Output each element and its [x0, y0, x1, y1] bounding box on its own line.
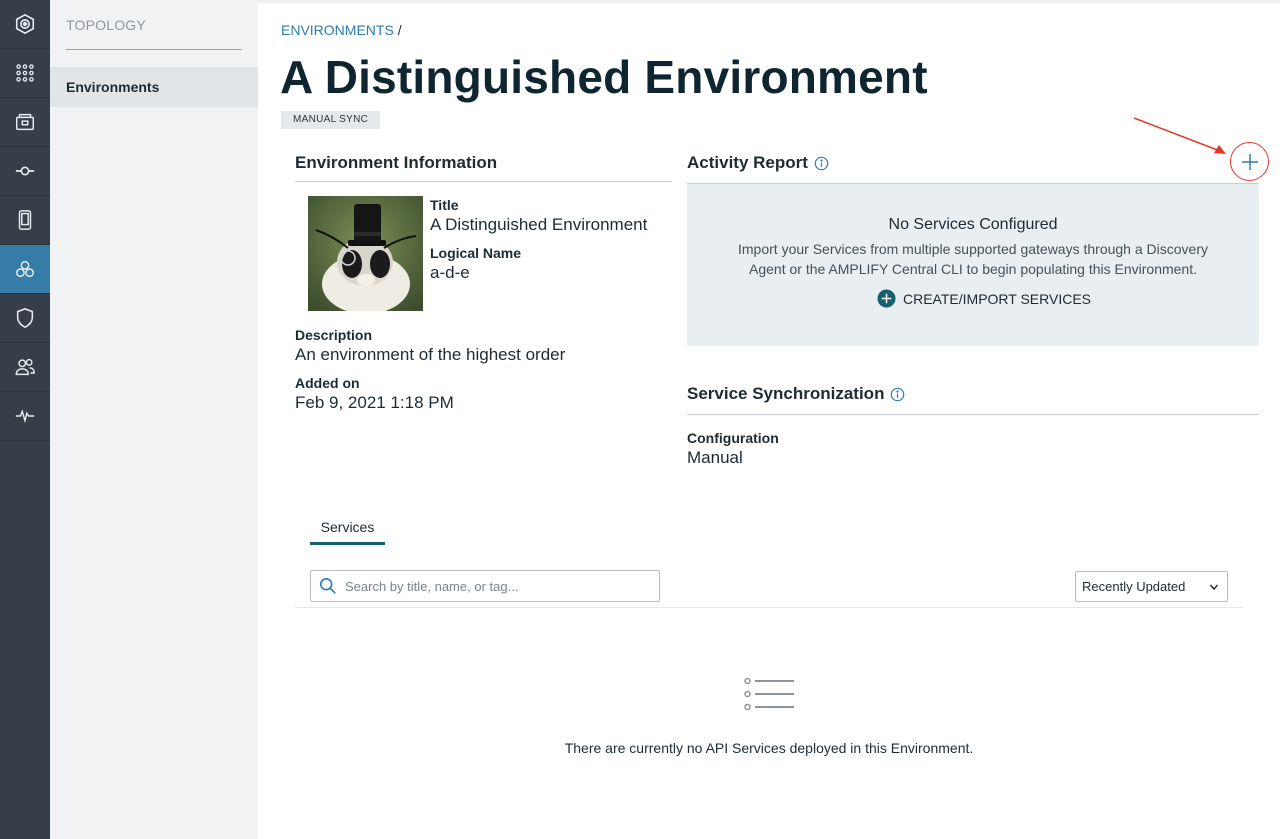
topology-node-icon — [15, 166, 35, 176]
top-divider — [258, 0, 1280, 3]
subnav-heading: TOPOLOGY — [66, 17, 146, 33]
search-icon — [319, 577, 336, 594]
rail-item-security[interactable] — [0, 294, 50, 343]
title-field: Title A Distinguished Environment — [430, 197, 647, 235]
description-field: Description An environment of the highes… — [295, 327, 565, 365]
empty-state-title: No Services Configured — [888, 216, 1058, 233]
logical-name-label: Logical Name — [430, 245, 522, 261]
mobile-device-icon — [18, 210, 32, 230]
configuration-label: Configuration — [687, 430, 779, 446]
activity-report-label: Activity Report — [687, 153, 808, 172]
breadcrumb-separator: / — [397, 22, 402, 38]
rail-item-environments[interactable] — [0, 245, 50, 294]
activity-empty-panel: No Services Configured Import your Servi… — [687, 184, 1259, 346]
rail-item-mobile[interactable] — [0, 196, 50, 245]
subnav-divider — [66, 49, 242, 50]
info-icon[interactable] — [890, 387, 905, 402]
title-label: Title — [430, 197, 459, 213]
search-input[interactable] — [345, 578, 645, 594]
environment-info-heading: Environment Information — [295, 153, 498, 172]
no-services-message: There are currently no API Services depl… — [564, 740, 974, 756]
breadcrumb: ENVIRONMENTS / — [281, 22, 402, 38]
sync-mode-badge: MANUAL SYNC — [281, 111, 381, 129]
added-on-label: Added on — [295, 375, 360, 391]
environment-avatar — [308, 196, 423, 311]
rail-item-topology[interactable] — [0, 147, 50, 196]
create-import-services-button[interactable]: CREATE/IMPORT SERVICES — [877, 289, 1091, 308]
added-on-field: Added on Feb 9, 2021 1:18 PM — [295, 375, 454, 413]
description-label: Description — [295, 327, 373, 343]
shield-icon — [16, 308, 34, 329]
catalog-icon — [16, 113, 34, 131]
breadcrumb-link-environments[interactable]: ENVIRONMENTS — [281, 22, 394, 38]
logical-name-field: Logical Name a-d-e — [430, 245, 521, 283]
empty-state-text: Import your Services from multiple suppo… — [738, 241, 1208, 277]
users-icon — [15, 358, 35, 376]
rail-item-activity[interactable] — [0, 392, 50, 441]
added-on-value: Feb 9, 2021 1:18 PM — [295, 393, 454, 412]
chevron-down-icon — [1209, 584, 1219, 590]
main-content: ENVIRONMENTS / A Distinguished Environme… — [258, 0, 1280, 839]
environments-cluster-icon — [16, 260, 34, 278]
app-rail — [0, 0, 50, 839]
service-sync-divider — [687, 414, 1259, 415]
service-sync-label: Service Synchronization — [687, 384, 885, 403]
tab-services[interactable]: Services — [310, 519, 385, 545]
rail-item-users[interactable] — [0, 343, 50, 392]
activity-pulse-icon — [15, 409, 35, 424]
environment-info-divider — [295, 181, 672, 182]
configuration-value: Manual — [687, 448, 743, 467]
page-title: A Distinguished Environment — [280, 51, 928, 103]
rail-item-catalog[interactable] — [0, 98, 50, 147]
service-sync-heading: Service Synchronization — [687, 384, 905, 404]
add-activity-button[interactable] — [1235, 147, 1265, 177]
info-icon[interactable] — [814, 156, 829, 171]
empty-list-icon — [744, 677, 794, 711]
logical-name-value: a-d-e — [430, 263, 470, 282]
create-import-services-label: CREATE/IMPORT SERVICES — [903, 290, 1092, 307]
product-logo-icon — [15, 13, 35, 35]
title-value: A Distinguished Environment — [430, 215, 648, 234]
subnav-item-environments[interactable]: Environments — [50, 67, 258, 107]
rail-logo[interactable] — [0, 0, 50, 49]
search-field[interactable] — [310, 570, 660, 602]
configuration-field: Configuration Manual — [687, 430, 779, 468]
secondary-nav: TOPOLOGY Environments — [50, 0, 258, 839]
add-circle-icon — [877, 289, 896, 308]
apps-grid-icon — [16, 64, 34, 82]
sort-select-value: Recently Updated — [1082, 579, 1186, 594]
rail-item-apps[interactable] — [0, 49, 50, 98]
plus-icon — [1242, 154, 1258, 170]
sort-select[interactable]: Recently Updated — [1075, 571, 1228, 602]
services-list-divider — [295, 607, 1243, 608]
description-value: An environment of the highest order — [295, 345, 566, 364]
activity-report-heading: Activity Report — [687, 153, 829, 173]
annotation-arrow-icon — [1133, 117, 1226, 154]
